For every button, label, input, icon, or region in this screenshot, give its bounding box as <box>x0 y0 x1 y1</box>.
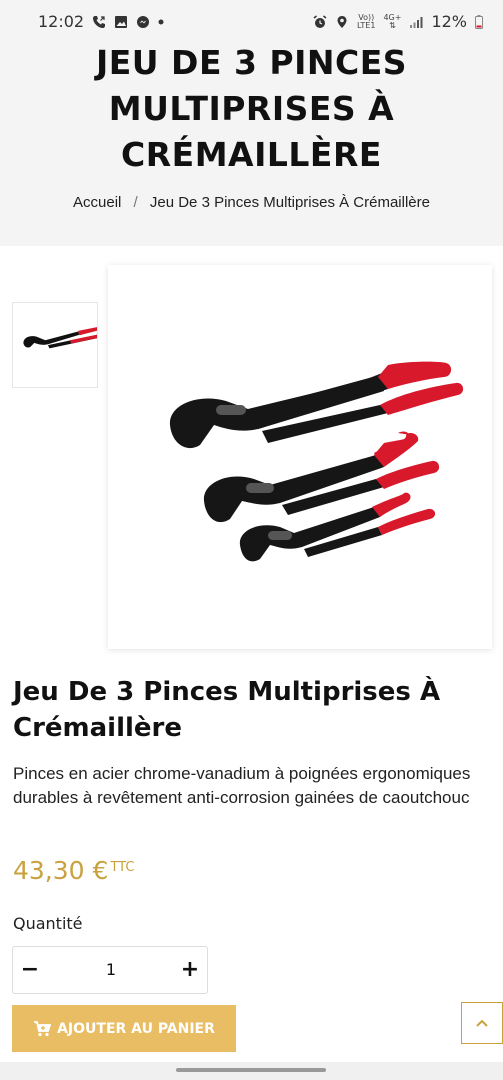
add-to-cart-label: AJOUTER AU PANIER <box>57 1020 215 1037</box>
battery-icon <box>475 14 483 29</box>
cart-icon <box>34 1020 52 1036</box>
signal-icon <box>410 16 423 28</box>
status-time: 12:02 <box>38 12 85 31</box>
quantity-input[interactable]: 1 <box>53 947 169 993</box>
page-title-line2: MULTIPRISES À <box>108 89 395 128</box>
signal-type: 4G+ ⇅ <box>383 13 401 30</box>
alarm-icon <box>313 14 327 28</box>
product-main-image[interactable] <box>108 265 492 649</box>
page-title: JEU DE 3 PINCES MULTIPRISES À CRÉMAILLÈR… <box>0 40 503 178</box>
breadcrumb: Accueil / Jeu De 3 Pinces Multiprises À … <box>0 194 503 211</box>
product-thumbnail[interactable] <box>12 302 102 388</box>
breadcrumb-separator: / <box>133 194 138 211</box>
breadcrumb-home-link[interactable]: Accueil <box>73 194 121 211</box>
network-label: Vo)) LTE1 <box>357 13 376 30</box>
pliers-large <box>169 361 464 449</box>
location-icon <box>337 15 347 28</box>
pliers-thumbnail-image <box>23 326 102 349</box>
product-description: Pinces en acier chrome-vanadium à poigné… <box>13 764 471 807</box>
product-price: 43,30 € TTC <box>13 856 134 885</box>
gallery-icon <box>115 15 128 28</box>
quantity-label: Quantité <box>13 914 83 933</box>
home-gesture-handle[interactable] <box>176 1068 326 1072</box>
page-title-line3: CRÉMAILLÈRE <box>121 135 382 174</box>
network-bottom: LTE1 <box>357 20 376 30</box>
quantity-increase-button[interactable]: + <box>175 947 205 993</box>
status-right: Vo)) LTE1 4G+ ⇅ 12% <box>313 12 483 31</box>
battery-percent: 12% <box>431 12 467 31</box>
phone-call-icon <box>93 15 106 28</box>
price-tax-label: TTC <box>110 860 135 875</box>
page-title-line1: JEU DE 3 PINCES <box>95 43 408 82</box>
messenger-icon <box>137 15 150 28</box>
status-left: 12:02 <box>38 12 164 31</box>
breadcrumb-current: Jeu De 3 Pinces Multiprises À Crémaillèr… <box>149 194 430 211</box>
dot-icon <box>158 19 164 24</box>
back-to-top-button[interactable] <box>461 1002 503 1044</box>
quantity-stepper: − 1 + <box>12 946 208 994</box>
product-title-line1: Jeu De 3 Pinces Multiprises À <box>13 677 441 707</box>
pliers-image <box>169 361 464 562</box>
product-title: Jeu De 3 Pinces Multiprises À Crémaillèr… <box>13 674 483 746</box>
price-value: 43,30 € <box>13 856 109 885</box>
add-to-cart-button[interactable]: AJOUTER AU PANIER <box>12 1005 236 1052</box>
pliers-medium <box>203 431 440 523</box>
quantity-decrease-button[interactable]: − <box>15 947 45 993</box>
chevron-up-icon <box>476 1019 488 1027</box>
product-title-line2: Crémaillère <box>13 713 182 743</box>
data-arrows-icon: ⇅ <box>389 20 396 30</box>
